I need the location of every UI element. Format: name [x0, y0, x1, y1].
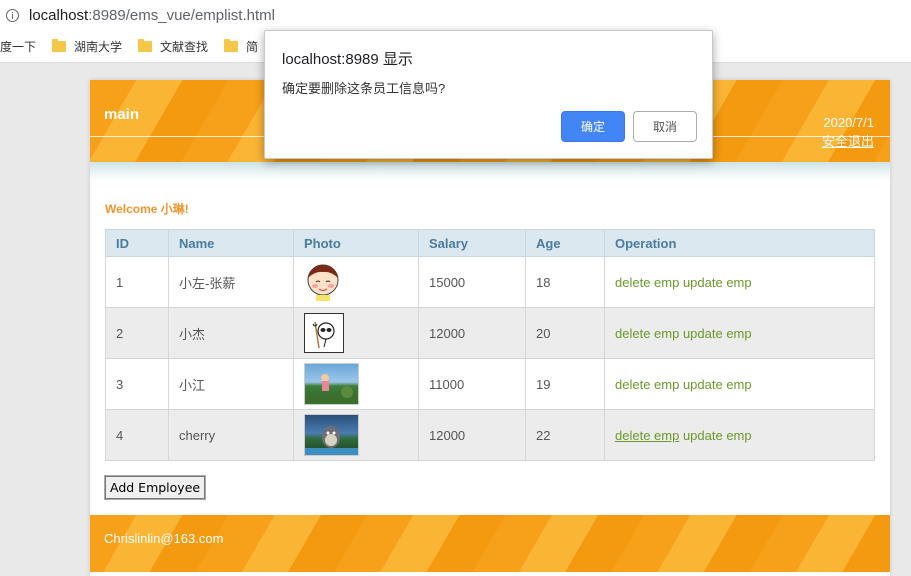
bookmark-item[interactable]: 度一下	[0, 38, 36, 55]
brand-title: main	[104, 106, 140, 123]
cartoon-boy-icon	[307, 264, 339, 301]
footer-email: Chrislinlin@163.com	[104, 531, 224, 546]
column-header: Photo	[293, 229, 419, 257]
column-header: Operation	[604, 229, 875, 257]
add-employee-button[interactable]: Add Employee	[103, 475, 207, 500]
cell-photo	[293, 409, 419, 461]
cell-age: 19	[525, 358, 605, 410]
employee-photo	[304, 262, 342, 302]
column-header: Name	[168, 229, 294, 257]
table-row: 4 cherry 12000 22 delete emp update emp	[105, 409, 875, 461]
cell-photo	[293, 307, 419, 359]
delete-emp-link[interactable]: delete emp	[615, 377, 679, 392]
cancel-button[interactable]: 取消	[633, 111, 697, 142]
bookmark-label: 度一下	[0, 39, 37, 54]
update-emp-link[interactable]: update emp	[683, 377, 752, 392]
cell-salary: 15000	[418, 256, 526, 308]
dialog-title: localhost:8989 显示	[282, 51, 413, 68]
logout-link[interactable]: 安全退出	[822, 131, 874, 150]
anime-scene-icon	[305, 374, 358, 404]
update-emp-link[interactable]: update emp	[683, 326, 752, 341]
url-path: :8989/ems_vue/emplist.html	[88, 6, 275, 24]
cell-operation: delete emp update emp	[604, 409, 875, 461]
cell-photo	[293, 358, 419, 410]
cell-id: 2	[105, 307, 169, 359]
cell-name: 小杰	[168, 307, 294, 359]
cell-salary: 11000	[418, 358, 526, 410]
cell-id: 4	[105, 409, 169, 461]
delete-emp-link[interactable]: delete emp	[615, 326, 679, 341]
cell-name: 小江	[168, 358, 294, 410]
cell-name: cherry	[168, 409, 294, 461]
cell-age: 20	[525, 307, 605, 359]
header-shadow	[90, 162, 890, 180]
column-header: ID	[105, 229, 169, 257]
cell-age: 22	[525, 409, 605, 461]
bookmark-label: 湖南大学	[74, 39, 123, 54]
table-row: 1 小左-张薪 15000 18 delete emp update emp	[105, 256, 875, 308]
cell-operation: delete emp update emp	[604, 358, 875, 410]
employee-table: ID Name Photo Salary Age Operation 1 小左-…	[105, 229, 875, 461]
welcome-message: Welcome 小琳!	[105, 202, 189, 216]
cell-photo	[293, 256, 419, 308]
totoro-scene-icon	[305, 426, 358, 455]
confirm-button[interactable]: 确定	[561, 111, 625, 142]
cell-id: 3	[105, 358, 169, 410]
confirm-dialog: localhost:8989 显示 确定要删除这条员工信息吗? 确定 取消	[264, 30, 713, 159]
address-bar[interactable]: localhost:8989/ems_vue/emplist.html	[0, 0, 911, 30]
cell-operation: delete emp update emp	[604, 307, 875, 359]
delete-emp-link[interactable]: delete emp	[615, 428, 679, 443]
table-header-row: ID Name Photo Salary Age Operation	[105, 229, 875, 257]
bookmark-label: 文献查找	[160, 39, 209, 54]
cell-salary: 12000	[418, 409, 526, 461]
info-icon[interactable]	[6, 8, 19, 22]
cell-age: 18	[525, 256, 605, 308]
folder-icon	[138, 38, 153, 52]
sketch-character-icon	[312, 321, 335, 349]
folder-icon	[224, 38, 239, 52]
bookmark-item[interactable]: 湖南大学	[52, 38, 122, 55]
table-row: 3 小江 11000 19 delete emp update emp	[105, 358, 875, 410]
bookmark-item[interactable]: 简	[224, 38, 258, 55]
bookmark-item[interactable]: 文献查找	[138, 38, 208, 55]
column-header: Salary	[418, 229, 526, 257]
update-emp-link[interactable]: update emp	[683, 275, 752, 290]
bookmark-label: 简	[246, 39, 259, 54]
delete-emp-link[interactable]: delete emp	[615, 275, 679, 290]
employee-photo	[304, 414, 359, 456]
employee-photo	[304, 313, 344, 353]
employee-photo	[304, 363, 359, 405]
update-emp-link[interactable]: update emp	[683, 428, 752, 443]
footer: Chrislinlin@163.com	[90, 515, 890, 572]
date-label: 2020/7/1	[823, 115, 874, 130]
url-host: localhost	[29, 6, 89, 24]
cell-id: 1	[105, 256, 169, 308]
folder-icon	[52, 38, 67, 52]
cell-salary: 12000	[418, 307, 526, 359]
cell-name: 小左-张薪	[168, 256, 294, 308]
cell-operation: delete emp update emp	[604, 256, 875, 308]
table-row: 2 小杰 12000 20 delete emp update emp	[105, 307, 875, 359]
dialog-message: 确定要删除这条员工信息吗?	[282, 81, 446, 96]
column-header: Age	[525, 229, 605, 257]
